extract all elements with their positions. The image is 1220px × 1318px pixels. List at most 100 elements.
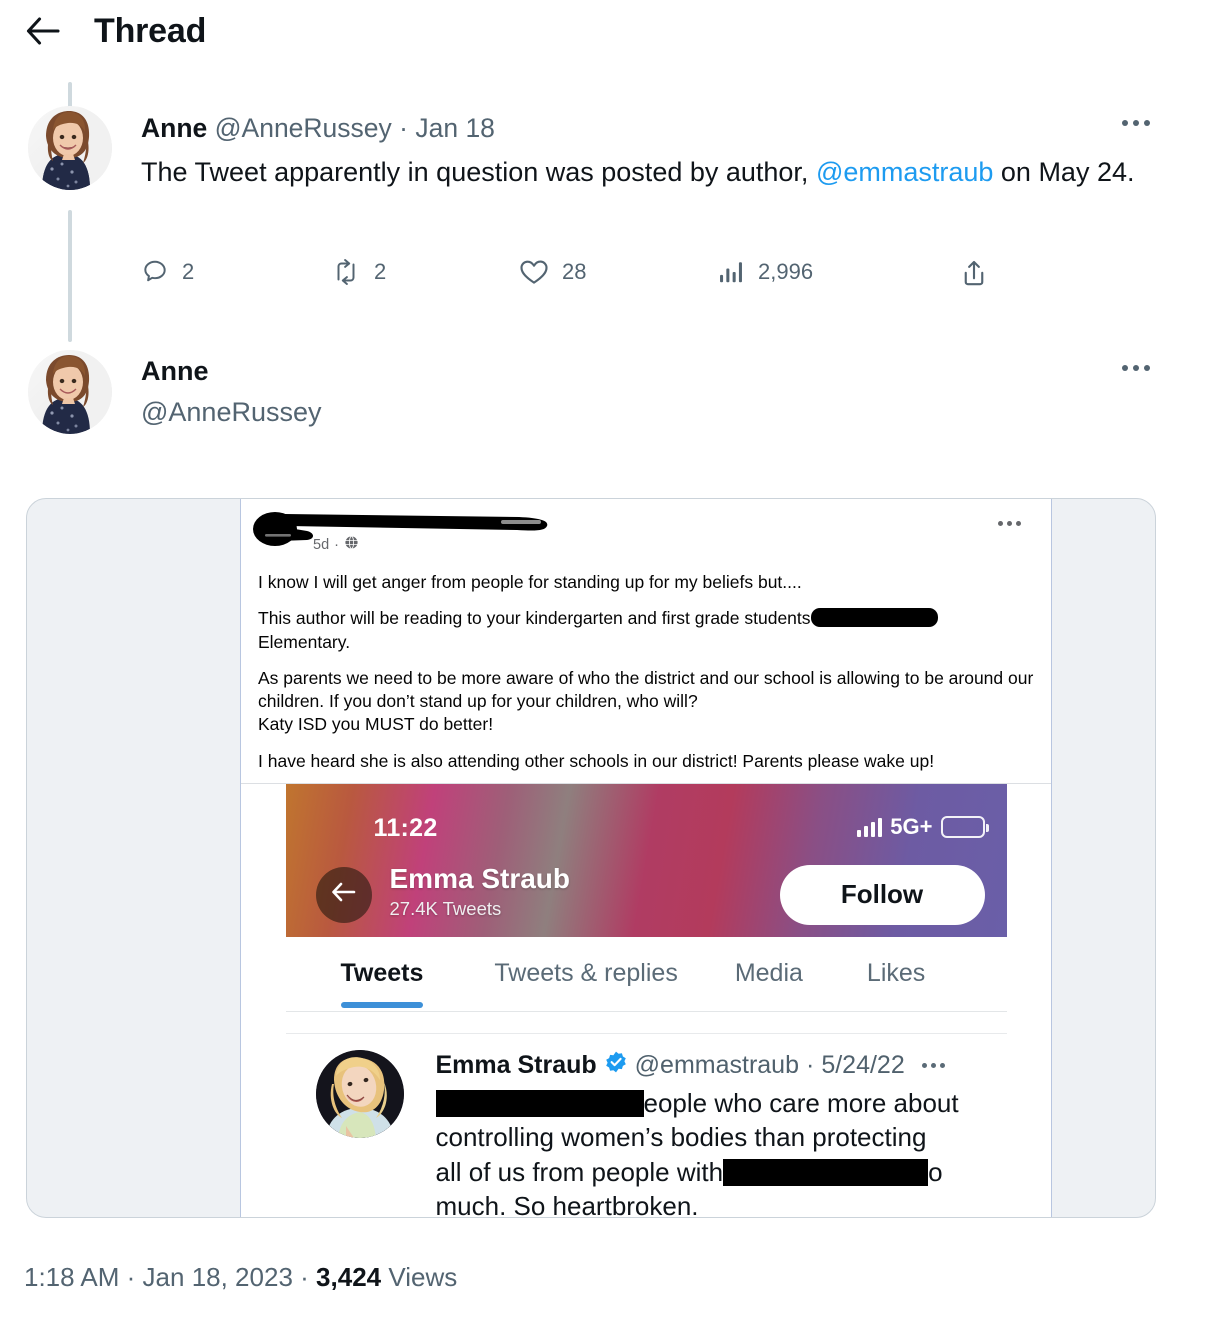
share-icon [959,258,989,288]
fb-paragraph: This author will be reading to your kind… [258,607,1037,654]
network-label: 5G+ [890,813,933,839]
tab-tweets-and-replies[interactable]: Tweets & replies [494,959,677,988]
facebook-post-meta: 5d · [313,535,359,554]
avatar[interactable] [28,350,112,434]
fb-paragraph: As parents we need to be more aware of w… [258,667,1037,737]
like-action[interactable]: 28 [519,258,586,286]
footer-views-count: 3,424 [316,1262,382,1292]
author-display-name[interactable]: Anne [141,113,207,143]
tweet-date: 5/24/22 [821,1050,905,1079]
tweet-more-options-button[interactable] [921,1062,945,1068]
retweet-action[interactable]: 2 [331,258,386,286]
signal-bars-icon [856,817,883,837]
fb-paragraph-line: As parents we need to be more aware of w… [258,667,1034,712]
footer-separator: · [126,1262,136,1292]
profile-tweet-header: Emma Straub @emmastraub · 5/24/22 [436,1050,993,1081]
status-bar-right: 5G+ [856,813,989,840]
tweet-text-part2: on May 24. [993,157,1135,187]
globe-icon [344,535,359,554]
reply-count: 2 [182,259,195,284]
tab-tweets[interactable]: Tweets [340,959,423,1009]
tweet-more-options-button[interactable] [1122,120,1150,126]
post-time-ago: 5d [313,536,330,553]
back-button[interactable] [14,2,72,60]
redaction-school-name [810,608,938,628]
tweet-author-row: Anne @AnneRussey · Jan 18 [141,113,495,143]
status-bar-time: 11:22 [373,813,438,842]
profile-tabs: Tweets Tweets & replies Media Likes [285,936,1007,1012]
follow-button[interactable]: Follow [779,864,985,925]
reply-action[interactable]: 2 [141,258,194,286]
redaction-author-name [249,507,561,555]
tweet-date[interactable]: Jan 18 [415,113,495,143]
dot [1016,521,1021,526]
arrow-left-icon [330,880,358,909]
tweet-line-3-suffix: o [928,1156,943,1187]
retweet-count: 2 [374,259,387,284]
footer-separator: · [300,1262,309,1292]
dot [998,521,1003,526]
reply-author-display-name[interactable]: Anne [141,356,209,387]
tweet-text: The Tweet apparently in question was pos… [141,154,1141,190]
views-action[interactable]: 2,996 [717,258,813,286]
phone-screenshot: 11:22 5G+ Emma Straub 27.4K Tweets Follo… [285,783,1007,1217]
tweet-author-handle: @emmastraub [634,1050,799,1079]
meta-separator: · [334,536,339,553]
analytics-bars-icon [717,258,745,286]
heart-icon [519,258,549,286]
like-count: 28 [562,259,587,284]
footer-time: 1:18 AM [24,1262,120,1292]
reply-author-handle[interactable]: @AnneRussey [141,397,322,428]
tweet-line-2: controlling women’s bodies than protecti… [435,1122,927,1153]
profile-tweet-text: eople who care more about controlling wom… [435,1086,993,1217]
tab-media[interactable]: Media [735,959,803,988]
page-title: Thread [94,11,207,50]
facebook-post-text: I know I will get anger from people for … [241,571,1051,773]
fb-paragraph-line: This author will be reading to your kind… [258,608,811,629]
dot [1007,521,1012,526]
tweet-media-card[interactable]: 5d · I know I will get anger from people… [26,498,1156,1218]
fb-paragraph-line: Elementary. [258,631,351,652]
meta-separator: · [806,1050,815,1079]
page-header: Thread [0,0,1220,62]
tweet-text-part1: The Tweet apparently in question was pos… [141,157,816,187]
profile-back-button[interactable] [315,866,372,923]
verified-badge-icon [604,1050,628,1081]
thread-page: Thread Anne @AnneRussey · Jan 18 The Twe… [0,0,1220,1318]
dot [1133,120,1139,126]
mention-link[interactable]: @emmastraub [816,157,993,187]
fb-paragraph: I know I will get anger from people for … [258,572,802,592]
media-image: 5d · I know I will get anger from people… [240,499,1052,1217]
author-handle[interactable]: @AnneRussey [215,113,392,143]
share-action[interactable] [959,258,989,288]
tweet-timestamp-footer: 1:18 AM · Jan 18, 2023 · 3,424 Views [24,1262,457,1293]
fb-paragraph-line: Katy ISD you MUST do better! [258,714,494,735]
tweet-line-4: much. So heartbroken. [435,1191,699,1217]
dot [930,1062,936,1068]
arrow-left-icon [25,16,61,46]
tweet-line-3-prefix: all of us from people with [435,1156,724,1187]
facebook-post: 5d · I know I will get anger from people… [241,499,1051,784]
avatar[interactable] [315,1049,404,1138]
dot [1133,365,1139,371]
profile-tweet-count: 27.4K Tweets [389,897,502,919]
reply-icon [141,258,169,286]
footer-views-label: Views [388,1262,458,1292]
reply-more-options-button[interactable] [1122,365,1150,371]
tweet-action-bar: 2 2 28 2,996 [141,258,1041,306]
dot [939,1062,945,1068]
tweet-line-1: eople who care more about [643,1087,959,1118]
avatar[interactable] [28,106,112,190]
fb-paragraph: I have heard she is also attending other… [258,750,935,771]
view-count: 2,996 [758,259,814,284]
dot [1122,365,1128,371]
tab-likes[interactable]: Likes [867,959,925,988]
retweet-icon [331,258,361,286]
facebook-post-more-button[interactable] [998,521,1021,526]
dot [1122,120,1128,126]
profile-banner: 11:22 5G+ Emma Straub 27.4K Tweets Follo… [285,783,1007,937]
dot [1144,120,1150,126]
battery-icon [940,815,989,838]
thread-connector-middle [68,210,72,342]
redaction-block-2 [723,1158,929,1186]
